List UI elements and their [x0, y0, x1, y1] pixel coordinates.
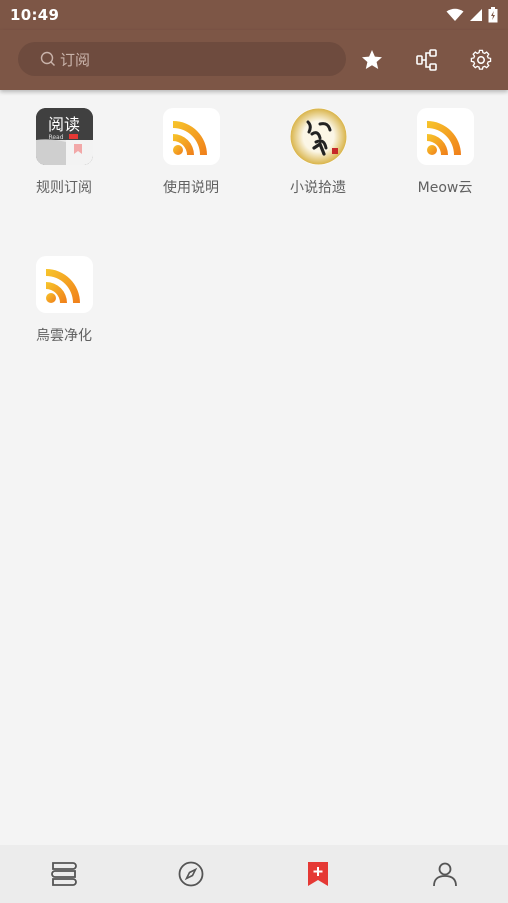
rss-icon [35, 256, 93, 313]
bookshelf-icon [50, 862, 77, 886]
subscription-item-guide[interactable]: 使用说明 [141, 108, 241, 197]
read-app-subtitle: Read [48, 134, 63, 141]
gear-icon [470, 49, 492, 70]
wifi-icon [446, 8, 464, 21]
app-bar: 订阅 [0, 30, 508, 90]
read-app-title: 阅读 [47, 115, 79, 134]
subscription-item-novel[interactable]: 小说拾遗 [268, 108, 368, 197]
star-icon [362, 50, 382, 69]
nav-explore[interactable] [161, 854, 221, 894]
subscription-label: 烏雲净化 [36, 328, 92, 344]
source-manage-button[interactable] [411, 44, 443, 76]
battery-icon [488, 7, 498, 23]
subscription-item-rule[interactable]: 阅读 Read 规则订阅 [14, 108, 114, 197]
subscription-label: 规则订阅 [36, 180, 92, 196]
flow-chart-icon [416, 49, 437, 71]
subscription-item-purify[interactable]: 烏雲净化 [14, 256, 114, 345]
nav-bookshelf[interactable] [34, 854, 94, 894]
search-icon [40, 51, 55, 66]
favorites-button[interactable] [356, 44, 388, 76]
nav-subscription[interactable] [288, 854, 348, 894]
nav-profile[interactable] [415, 854, 475, 894]
subscription-label: 小说拾遗 [290, 180, 346, 196]
status-icons [446, 7, 498, 23]
search-placeholder: 订阅 [60, 50, 91, 69]
subscription-icon [307, 862, 328, 886]
status-time: 10:49 [10, 6, 60, 24]
bottom-nav [0, 845, 508, 903]
settings-button[interactable] [465, 44, 497, 76]
profile-icon [432, 862, 457, 887]
explore-icon [178, 861, 203, 887]
subscription-label: Meow云 [417, 180, 473, 196]
rss-icon [416, 108, 474, 165]
read-app-icon: 阅读 Read [35, 108, 93, 165]
signal-icon [470, 9, 482, 21]
rss-icon [162, 108, 220, 165]
subscription-item-meow[interactable]: Meow云 [395, 108, 495, 197]
book-emblem-icon [289, 108, 347, 165]
subscription-label: 使用说明 [163, 180, 219, 196]
search-input[interactable]: 订阅 [18, 42, 346, 76]
status-bar: 10:49 [0, 0, 508, 30]
